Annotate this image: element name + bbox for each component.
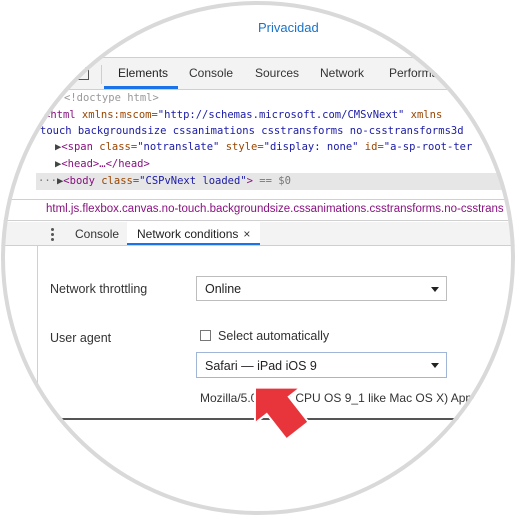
breadcrumb[interactable]: html.js.flexbox.canvas.no-touch.backgrou… (46, 203, 504, 215)
tab-bar-divider (101, 65, 102, 84)
span-style-attr: style= (219, 141, 264, 153)
user-agent-label: User agent (50, 331, 112, 345)
xmlns-value: "http://schemas.microsoft.com/CMSvNext" (157, 109, 405, 121)
body-class-value: "CSPvNext loaded" (139, 175, 247, 187)
body-line[interactable]: ···▶<body class="CSPvNext loaded"> == $0 (38, 175, 291, 187)
drawer-tab-label: Network conditions (137, 227, 239, 241)
body-class-attr: class= (94, 175, 140, 187)
drawer-tab-network-conditions[interactable]: Network conditions × (127, 222, 261, 245)
screenshot-frame: Privacidad Elements Console Sources Netw… (0, 0, 520, 520)
user-agent-string-field[interactable]: Mozilla/5.0 (iPad; CPU OS 9_1 like Mac O… (200, 391, 493, 405)
chevron-down-icon (431, 287, 439, 292)
html-classes-line: touch backgroundsize cssanimations csstr… (40, 125, 464, 137)
drawer-tab-console[interactable]: Console (75, 227, 119, 241)
network-throttling-select[interactable]: Online (196, 276, 447, 301)
xmlns-attr: xmlns:mscom= (75, 109, 158, 121)
active-tab-indicator (104, 86, 178, 89)
chevron-down-icon (431, 363, 439, 368)
tab-sources[interactable]: Sources (255, 66, 299, 80)
span-tag: <span (61, 141, 93, 153)
tab-performance[interactable]: Performa (389, 66, 438, 80)
more-dots-icon[interactable]: ··· (38, 175, 57, 187)
html-open-line[interactable]: <html xmlns:mscom="http://schemas.micros… (44, 109, 442, 121)
select-automatically-label[interactable]: Select automatically (218, 329, 329, 343)
xmlns-attr-2: xmlns (404, 109, 443, 121)
html-tag: <html (44, 109, 76, 121)
body-tag: <body (63, 175, 95, 187)
network-throttling-value: Online (205, 282, 242, 296)
tab-network[interactable]: Network (320, 66, 364, 80)
tab-console[interactable]: Console (189, 66, 233, 80)
tab-elements[interactable]: Elements (118, 66, 168, 80)
head-line[interactable]: ▶<head>…</head> (55, 158, 150, 170)
span-line[interactable]: ▶<span class="notranslate" style="displa… (55, 141, 472, 153)
span-class-attr: class= (92, 141, 138, 153)
select-automatically-checkbox[interactable] (200, 330, 211, 341)
span-class-value: "notranslate" (137, 141, 220, 153)
selected-node-marker: == $0 (252, 175, 291, 187)
doctype-line: <!doctype html> (64, 92, 159, 104)
network-throttling-label: Network throttling (50, 282, 148, 296)
close-icon[interactable]: × (243, 227, 250, 241)
privacy-link[interactable]: Privacidad (258, 20, 319, 35)
user-agent-select[interactable]: Safari — iPad iOS 9 (196, 352, 447, 378)
drawer-menu-icon[interactable] (51, 228, 54, 243)
user-agent-value: Safari — iPad iOS 9 (205, 359, 317, 373)
span-id-attr: id= (358, 141, 384, 153)
span-id-value: "a-sp-root-ter (383, 141, 473, 153)
device-toolbar-icon[interactable] (75, 67, 89, 80)
pointer-arrow-icon (253, 386, 310, 439)
head-tag: <head>…</head> (61, 158, 150, 170)
span-style-value: "display: none" (263, 141, 359, 153)
panel-left-border (37, 246, 38, 419)
page-top-strip: Privacidad (0, 0, 520, 56)
